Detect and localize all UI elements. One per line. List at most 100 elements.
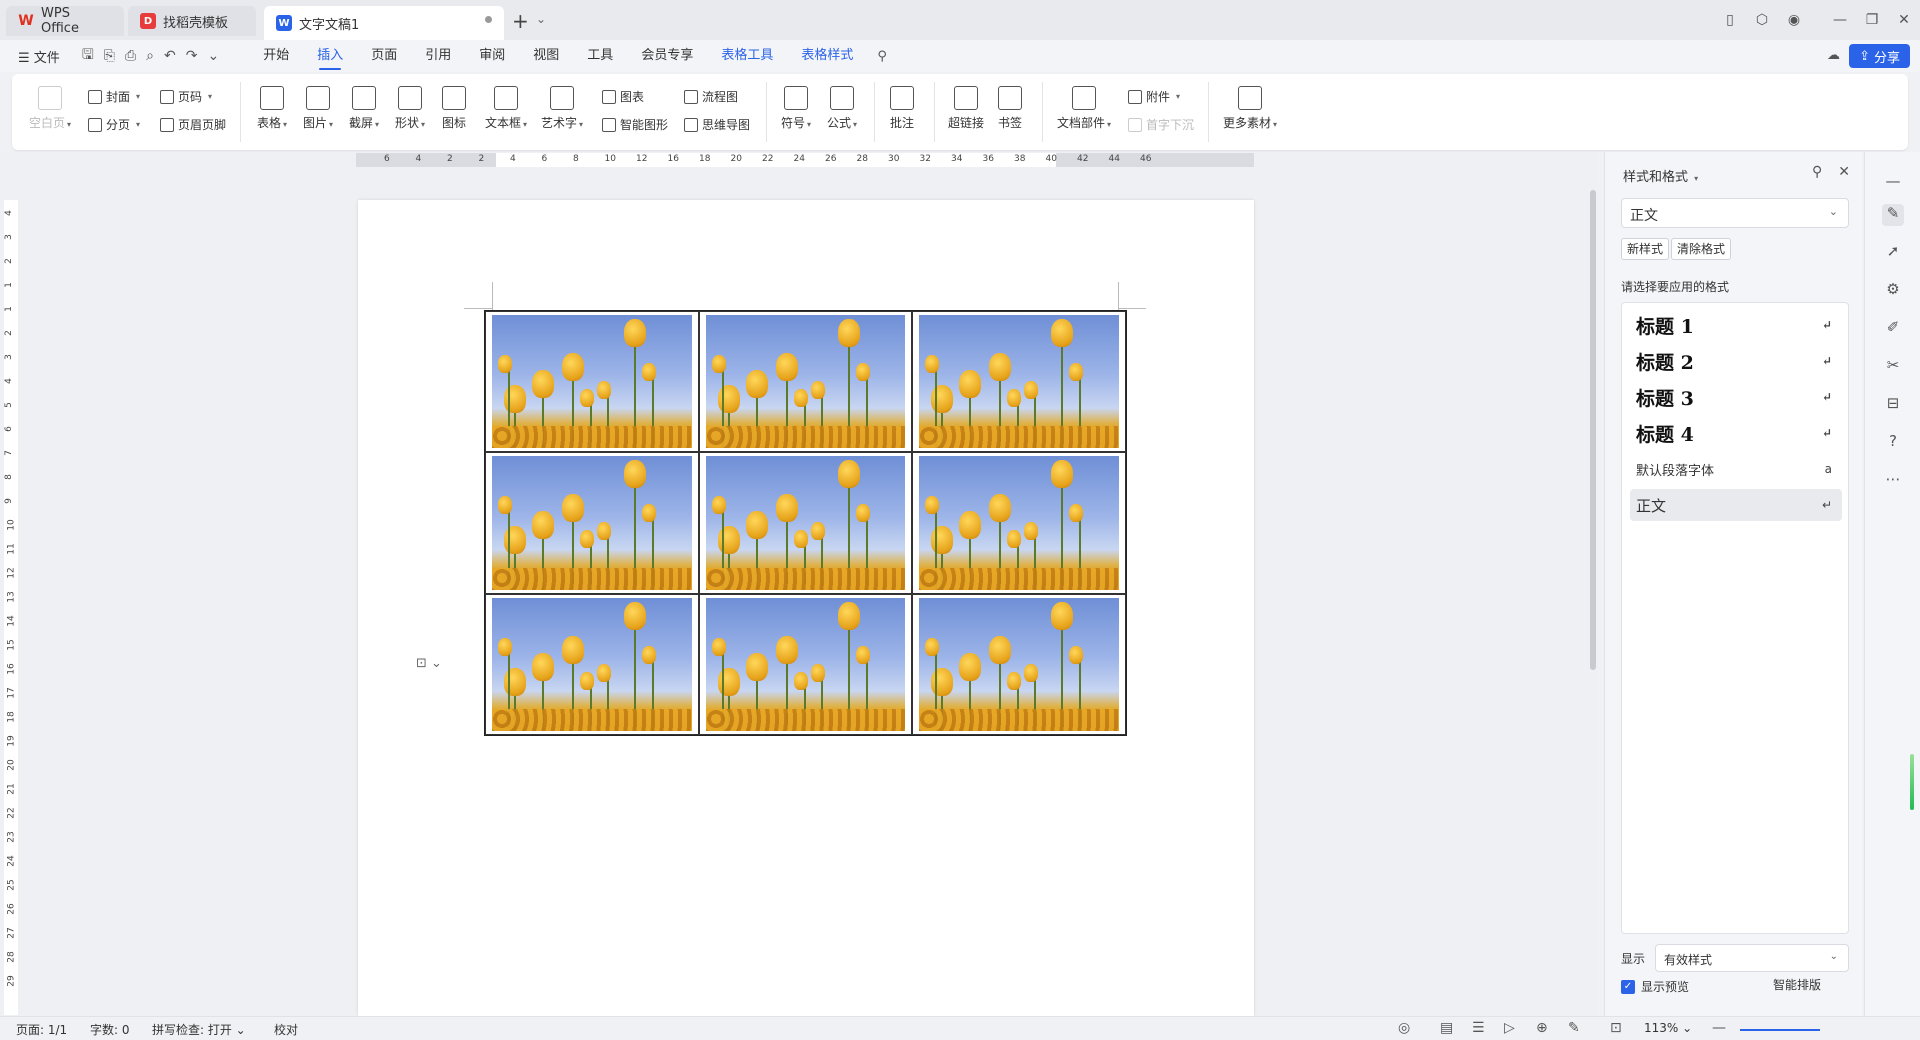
redo-icon[interactable]: ↷	[186, 48, 198, 64]
tulip-photo[interactable]	[919, 315, 1119, 449]
style-item-default-font[interactable]: 默认段落字体 a	[1630, 453, 1842, 485]
restore-icon[interactable]: ❐	[1856, 12, 1888, 28]
tulip-photo[interactable]	[705, 597, 906, 731]
clear-format-button[interactable]: 清除格式	[1671, 238, 1732, 260]
style-item-heading-4[interactable]: 标题 4 ↵	[1630, 417, 1842, 449]
horizontal-ruler[interactable]: 6 4 2 2 4 6 8 10 12 16 18 20 22 24 26 28 30 32 34 36 38 40 42 4…	[356, 153, 1254, 167]
search-icon[interactable]: ⚲	[877, 49, 887, 64]
avatar[interactable]: ◉	[1778, 12, 1810, 28]
tab-page[interactable]: 页面	[357, 40, 411, 72]
chart-button[interactable]: 图表	[602, 88, 644, 105]
close-icon[interactable]: ✕	[1888, 12, 1920, 28]
tab-insert[interactable]: 插入	[303, 40, 357, 72]
drop-cap-button[interactable]: 首字下沉	[1128, 116, 1194, 133]
smart-layout-button[interactable]: 智能排版	[1773, 976, 1821, 993]
pin-icon[interactable]: ⚲	[1812, 164, 1822, 180]
table-cell[interactable]	[485, 593, 699, 735]
table-cell[interactable]	[485, 311, 699, 453]
header-footer-button[interactable]: 页眉页脚	[160, 116, 226, 133]
table-cell[interactable]	[698, 593, 913, 735]
table-cell[interactable]	[912, 593, 1126, 735]
help-icon[interactable]: ?	[1882, 432, 1904, 454]
book-icon[interactable]: ⊟	[1882, 394, 1904, 416]
cover-button[interactable]: 封面 ▾	[88, 88, 140, 105]
table-cell[interactable]	[912, 311, 1126, 453]
cube-icon[interactable]: ⬡	[1746, 12, 1778, 28]
file-menu[interactable]: ☰ 文件	[18, 47, 60, 66]
minimize-icon[interactable]: —	[1824, 12, 1856, 28]
tab-table-tools[interactable]: 表格工具	[707, 40, 787, 72]
tools-icon[interactable]: ✂	[1882, 356, 1904, 378]
tulip-photo[interactable]	[705, 315, 906, 449]
tab-table-style[interactable]: 表格样式	[787, 40, 867, 72]
current-style-select[interactable]: 正文 ⌄	[1621, 198, 1849, 228]
hyperlink-button[interactable]: 超链接	[944, 86, 988, 131]
layout-icon[interactable]: ▯	[1714, 12, 1746, 28]
share-button[interactable]: ⇪ 分享	[1849, 44, 1910, 68]
smart-graphic-button[interactable]: 智能图形	[602, 116, 668, 133]
tulip-photo[interactable]	[492, 597, 692, 731]
screenshot-button[interactable]: 截屏 ▾	[344, 86, 384, 131]
table-properties-icon[interactable]: ⊡ ⌄	[416, 656, 442, 671]
tab-document[interactable]: W 文字文稿1	[264, 6, 504, 40]
symbol-button[interactable]: 符号 ▾	[776, 86, 816, 131]
edit-doc-icon[interactable]: ✐	[1882, 318, 1904, 340]
table-cell[interactable]	[485, 452, 699, 594]
tab-template[interactable]: D 找稻壳模板	[128, 6, 256, 36]
eye-icon[interactable]: ◎	[1398, 1020, 1410, 1036]
table-cell[interactable]	[698, 311, 913, 453]
bookmark-button[interactable]: 书签	[994, 86, 1026, 131]
picture-button[interactable]: 图片 ▾	[298, 86, 338, 131]
tab-reference[interactable]: 引用	[411, 40, 465, 72]
style-item-heading-3[interactable]: 标题 3 ↵	[1630, 381, 1842, 413]
new-tab-dropdown-icon[interactable]: ⌄	[536, 12, 546, 26]
tab-tools[interactable]: 工具	[573, 40, 627, 72]
style-pen-icon[interactable]: ✎	[1882, 204, 1904, 226]
flowchart-button[interactable]: 流程图	[684, 88, 738, 105]
tab-home[interactable]: 开始	[249, 40, 303, 72]
mindmap-button[interactable]: 思维导图	[684, 116, 750, 133]
select-cursor-icon[interactable]: ➚	[1882, 242, 1904, 264]
table-cell[interactable]	[698, 452, 913, 594]
outline-view-icon[interactable]: ☰	[1472, 1020, 1485, 1036]
unsaved-dot-icon[interactable]	[485, 16, 492, 23]
zoom-out-icon[interactable]: —	[1712, 1020, 1726, 1036]
comment-button[interactable]: 批注	[886, 86, 918, 131]
panel-close-icon[interactable]: ✕	[1838, 164, 1850, 180]
table-cell[interactable]	[912, 452, 1126, 594]
zoom-slider[interactable]	[1740, 1029, 1820, 1031]
style-item-heading-2[interactable]: 标题 2 ↵	[1630, 345, 1842, 377]
image-table[interactable]	[484, 310, 1127, 736]
fit-icon[interactable]: ⊡	[1610, 1020, 1622, 1036]
spell-check[interactable]: 拼写检查: 打开 ⌄	[152, 1021, 246, 1038]
zoom-level[interactable]: 113% ⌄	[1644, 1021, 1692, 1035]
icon-button[interactable]: 图标	[436, 86, 472, 131]
shape-button[interactable]: 形状 ▾	[390, 86, 430, 131]
save-icon[interactable]: 🖫	[82, 44, 94, 68]
attachment-button[interactable]: 附件 ▾	[1128, 88, 1180, 105]
new-tab-plus-icon[interactable]: +	[512, 9, 529, 33]
collapse-icon[interactable]: —	[1882, 172, 1904, 194]
more-icon[interactable]: ⋯	[1882, 470, 1904, 492]
proofread[interactable]: 校对	[274, 1021, 298, 1038]
vertical-ruler[interactable]: 4 3 2 1 1 2 3 4 5 6 7 8 9 10 11 12 13 14 15 16 17 18 19 20 21 22 2…	[4, 200, 18, 1015]
tab-member[interactable]: 会员专享	[627, 40, 707, 72]
more-materials-button[interactable]: 更多素材 ▾	[1220, 86, 1280, 131]
output-icon[interactable]: ⎘	[104, 48, 115, 64]
show-preview-checkbox[interactable]: ✓ 显示预览	[1621, 978, 1689, 995]
word-count[interactable]: 字数: 0	[90, 1021, 130, 1038]
style-item-heading-1[interactable]: 标题 1 ↵	[1630, 309, 1842, 341]
cloud-icon[interactable]: ☁	[1827, 48, 1840, 63]
web-view-icon[interactable]: ⊕	[1536, 1020, 1548, 1036]
table-button[interactable]: 表格 ▾	[252, 86, 292, 131]
tab-wps-office[interactable]: W WPS Office	[6, 6, 124, 36]
tab-review[interactable]: 审阅	[465, 40, 519, 72]
print-icon[interactable]: ⎙	[125, 48, 136, 64]
tulip-photo[interactable]	[919, 597, 1119, 731]
tulip-photo[interactable]	[492, 315, 692, 449]
textbox-button[interactable]: 文本框 ▾	[482, 86, 530, 131]
formula-button[interactable]: 公式 ▾	[822, 86, 862, 131]
tulip-photo[interactable]	[492, 456, 692, 590]
page-view-icon[interactable]: ▤	[1440, 1020, 1453, 1036]
doc-parts-button[interactable]: 文档部件 ▾	[1054, 86, 1114, 131]
